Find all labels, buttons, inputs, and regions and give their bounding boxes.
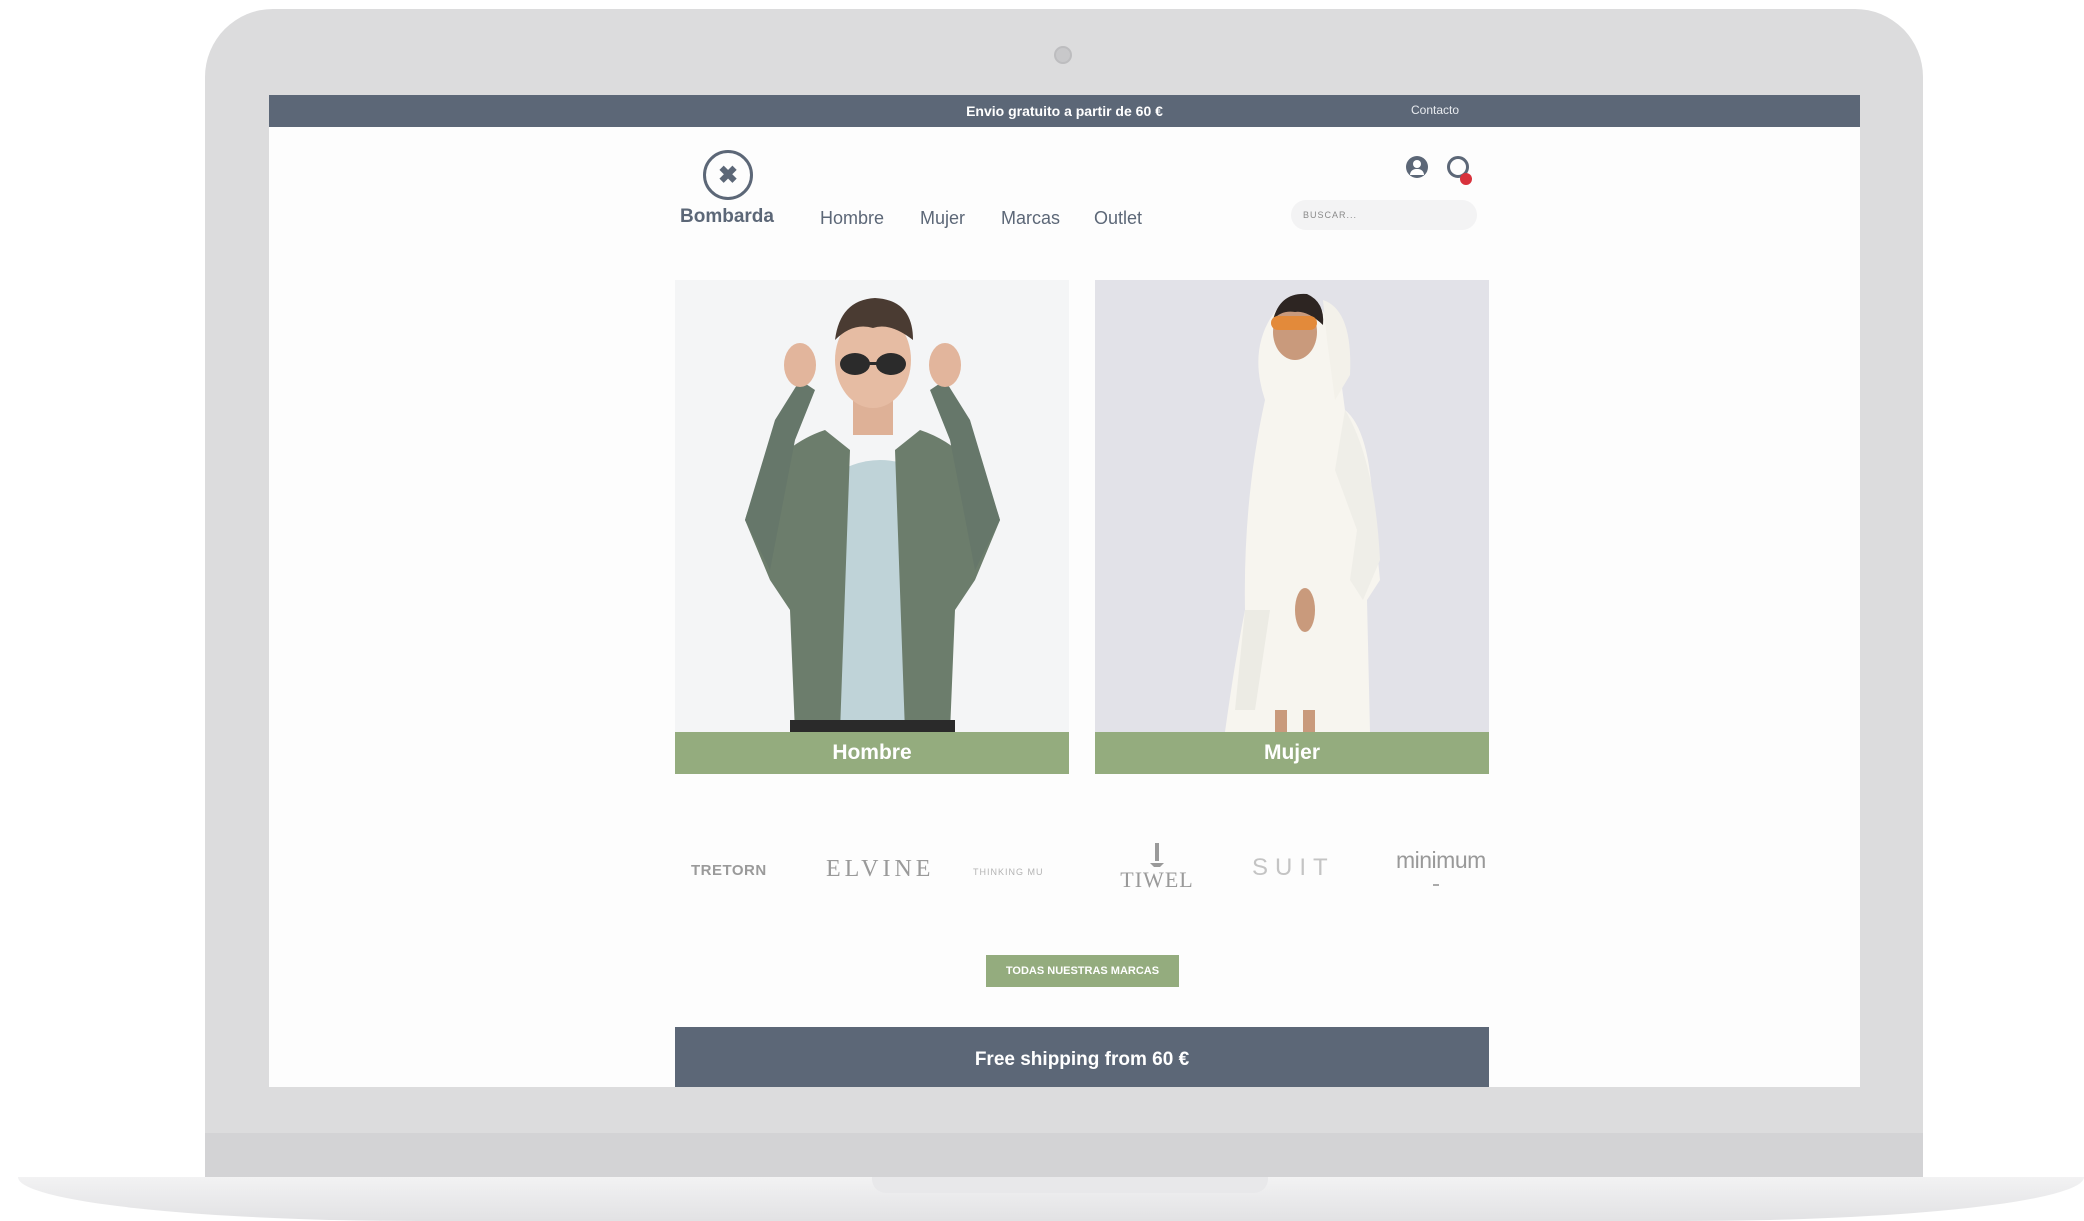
tiwel-wordmark: TIWEL — [1120, 867, 1194, 892]
category-card-hombre[interactable]: Hombre — [675, 280, 1069, 774]
nav-marcas[interactable]: Marcas — [1001, 208, 1060, 229]
free-shipping-banner: Free shipping from 60 € — [675, 1027, 1489, 1087]
browser-screen: Envio gratuito a partir de 60 € Contacto… — [269, 95, 1860, 1087]
category-label-hombre: Hombre — [675, 732, 1069, 774]
nav-hombre[interactable]: Hombre — [820, 208, 884, 229]
minimum-wordmark: minimum — [1396, 847, 1486, 873]
laptop-base-notch — [872, 1177, 1268, 1193]
nav-mujer[interactable]: Mujer — [920, 208, 965, 229]
brand-logo-elvine[interactable]: ELVINE — [826, 856, 934, 883]
brand-logo-thinking-mu[interactable]: THINKING MU — [973, 867, 1044, 877]
brand-logo-minimum[interactable]: minimum — [1396, 847, 1486, 886]
announcement-bar: Envio gratuito a partir de 60 € Contacto — [269, 95, 1860, 127]
all-brands-button[interactable]: TODAS NUESTRAS MARCAS — [986, 955, 1179, 987]
laptop-bottom-bezel — [205, 1133, 1923, 1177]
search-input[interactable] — [1291, 200, 1477, 230]
contact-link[interactable]: Contacto — [1411, 103, 1459, 117]
cart-badge — [1460, 173, 1472, 185]
user-icon[interactable] — [1406, 156, 1428, 178]
mujer-photo — [1095, 280, 1489, 732]
category-label-mujer: Mujer — [1095, 732, 1489, 774]
brand-logo-tiwel[interactable]: TIWEL — [1111, 843, 1203, 893]
brand-logo-tretorn[interactable]: TRETORN — [691, 862, 767, 879]
shipping-promo: Envio gratuito a partir de 60 € — [966, 103, 1163, 119]
minimum-sub-mark-icon — [1433, 876, 1439, 886]
brand-logo-suit[interactable]: SUIT — [1252, 854, 1335, 882]
category-card-mujer[interactable]: Mujer — [1095, 280, 1489, 774]
tiwel-anchor-icon — [1150, 843, 1164, 867]
hombre-photo — [675, 280, 1069, 732]
webcam-icon — [1054, 46, 1072, 64]
brand-name[interactable]: Bombarda — [680, 206, 774, 228]
nav-outlet[interactable]: Outlet — [1094, 208, 1142, 229]
logo-icon[interactable]: ✖ — [703, 150, 753, 200]
